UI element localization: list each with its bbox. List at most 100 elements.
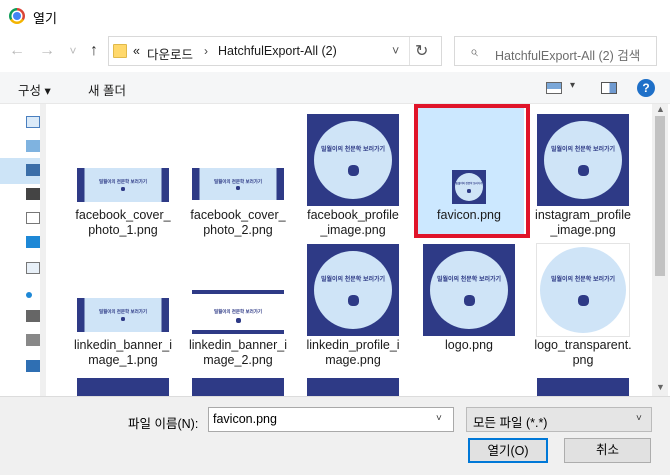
thumbnail-caption: 밀월이의 천문학 보러가기 [213,308,263,314]
breadcrumb-current-folder[interactable]: HatchfulExport-All (2) [218,44,337,58]
window-title: 열기 [33,11,57,26]
file-item[interactable]: 밀월이의 천문학 보러가기 logo_transparent. png [528,234,638,367]
file-item[interactable]: 밀월이의 천문학 보러가기 linkedin_profile_i mage.png [298,234,408,367]
file-name-line-1: logo_transparent. [534,338,632,352]
logo-mascot-icon [347,164,359,176]
search-icon: ⌕ [470,43,478,59]
file-name-line-1: facebook_cover_ [75,208,171,222]
thumbnail-caption: 밀월이의 천문학 보러가기 [213,178,263,184]
address-bar[interactable]: « 다운로드 › HatchfulExport-All (2) ˅ ↻ [108,36,442,66]
thumbnail-caption: 밀월이의 천문학 보러가기 [98,309,148,315]
thumbnail-caption: 밀월이의 천문학 보러가기 [436,277,502,284]
address-divider [409,37,410,65]
scroll-up-icon[interactable]: ▲ [656,104,665,114]
navigation-pane[interactable] [0,104,46,396]
pictures-icon[interactable] [26,262,40,274]
title-bar: 열기 [0,0,670,32]
network-icon[interactable] [26,360,40,372]
file-name-line-2: mage_1.png [88,353,158,367]
logo-mascot-icon [577,164,589,176]
file-name-line-1: facebook_cover_ [190,208,286,222]
file-name-line-2: png [572,353,594,367]
file-item[interactable]: 밀월이의 천문학 보러가기 linkedin_banner_i mage_2.png [183,234,293,367]
file-name-line-2: mage_2.png [203,353,273,367]
filename-label: 파일 이름(N): [128,417,199,431]
file-list[interactable]: 밀월이의 천문학 보러가기 facebook_cover_ photo_1.png 밀… [62,104,642,396]
recent-locations-icon[interactable]: ˅ [62,40,84,62]
file-thumbnail: 밀월이의 천문학 보러가기 [77,298,169,332]
file-name: linkedin_banner_i mage_2.png [183,338,293,368]
downloads-icon[interactable] [26,164,40,176]
search-input[interactable]: ⌕ HatchfulExport-All (2) 검색 [454,36,657,66]
file-name-line-2: mage.png [325,353,381,367]
file-name-line-1: instagram_profile [535,208,631,222]
file-thumbnail: 밀월이의 천문학 보러가기 [192,290,284,334]
view-options-icon[interactable] [546,82,562,94]
file-item[interactable]: 밀월이의 천문학 보러가기 linkedin_banner_i mage_1.png [68,234,178,367]
address-dropdown-icon[interactable]: ˅ [392,44,399,58]
file-thumbnail: 밀월이의 천문학 보러가기 [423,244,515,336]
scroll-down-icon[interactable]: ▼ [656,382,665,392]
file-item[interactable]: 밀월이의 천문학 보러가기 facebook_cover_ photo_2.png [183,104,293,237]
filename-dropdown-icon[interactable]: ˅ [436,413,442,424]
preview-pane-icon[interactable] [601,82,617,94]
filename-input[interactable]: favicon.png [208,407,454,432]
breadcrumb-downloads[interactable]: 다운로드 [147,44,193,63]
videos-icon[interactable] [26,188,40,200]
refresh-icon[interactable]: ↻ [415,41,428,61]
organize-button[interactable]: 구성 ▾ [18,80,51,99]
logo-mascot-icon [235,318,241,324]
file-thumbnail-partial[interactable] [537,378,629,396]
file-thumbnail: 밀월이의 천문학 보러가기 [537,244,629,336]
file-thumbnail-partial[interactable] [307,378,399,396]
file-item[interactable]: 밀월이의 천문학 보러가기 facebook_profile _image.png [298,104,408,237]
thumbnail-caption: 밀월이의 천문학 보러가기 [320,277,386,284]
scrollbar-thumb[interactable] [655,116,665,276]
file-name: logo_transparent. png [528,338,638,368]
favicon-highlight-box [414,104,530,238]
help-icon[interactable]: ? [637,79,655,97]
file-name-line-1: linkedin_profile_i [306,338,400,352]
file-name: linkedin_banner_i mage_1.png [68,338,178,368]
thumbnail-caption: 밀월이의 천문학 보러가기 [98,179,148,185]
drive-icon[interactable] [26,334,40,346]
open-button[interactable]: 열기(O) [468,438,548,463]
chrome-icon [9,8,25,24]
file-name: linkedin_profile_i mage.png [298,338,408,368]
new-folder-button[interactable]: 새 폴더 [88,80,126,99]
file-thumbnail-partial[interactable] [77,378,169,396]
view-options-caret[interactable]: ▾ [570,80,575,91]
cancel-button[interactable]: 취소 [564,438,651,463]
music-icon[interactable] [26,292,32,298]
file-item[interactable]: 밀월이의 천문학 보러가기 logo.png [414,234,524,364]
thumbnail-caption: 밀월이의 천문학 보러가기 [550,277,616,284]
breadcrumb-separator[interactable]: › [204,44,208,58]
file-type-dropdown-icon[interactable]: ˅ [636,413,642,424]
thumbnail-caption: 밀월이의 천문학 보러가기 [550,147,616,154]
this-pc-icon[interactable] [26,116,40,128]
file-name-line-1: facebook_profile [307,208,399,222]
file-type-select[interactable]: 모든 파일 (*.*) [466,407,652,432]
file-thumbnail: 밀월이의 천문학 보러가기 [307,244,399,336]
desktop-icon[interactable] [26,236,40,248]
file-list-scrollbar[interactable]: ▲ ▼ [652,104,668,396]
logo-circle [314,251,392,329]
file-item[interactable]: 밀월이의 천문학 보러가기 facebook_cover_ photo_1.png [68,104,178,237]
up-icon[interactable]: ↑ [83,40,105,62]
back-icon[interactable]: ← [6,40,28,62]
documents-icon[interactable] [26,212,40,224]
file-thumbnail-partial[interactable] [192,378,284,396]
local-disk-icon[interactable] [26,310,40,322]
command-toolbar: 구성 ▾ 새 폴더 ▾ ? [0,72,670,104]
logo-mascot-icon [577,294,589,306]
folder-icon [113,44,127,58]
logo-mascot-icon [463,294,475,306]
logo-mascot-icon [121,186,125,191]
forward-icon[interactable]: → [36,40,58,62]
3d-objects-icon[interactable] [26,140,40,152]
nav-pane-scrollbar[interactable] [40,104,46,396]
logo-mascot-icon [236,185,240,190]
file-thumbnail: 밀월이의 천문학 보러가기 [307,114,399,206]
breadcrumb-overflow[interactable]: « [133,44,140,58]
file-item[interactable]: 밀월이의 천문학 보러가기 instagram_profile _image.png [528,104,638,237]
